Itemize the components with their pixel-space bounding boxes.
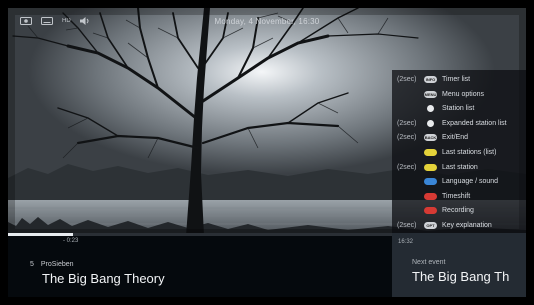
remote-key-icon: [424, 207, 437, 215]
channel-name: ProSieben: [40, 261, 74, 268]
current-program-title: The Big Bang Theory: [42, 271, 165, 286]
top-status-bar: HD Monday, 4 November, 16:30: [8, 8, 526, 34]
key-function-label: Key explanation: [442, 222, 492, 229]
key-hold-hint: (2sec): [397, 76, 417, 83]
key-function-label: Station list: [442, 105, 475, 113]
current-program-bar: - 0:23 5 ProSieben The Big Bang Theory: [8, 236, 392, 297]
key-row: (2sec) INFO Timer list: [392, 74, 526, 85]
key-hold-hint: (2sec): [397, 134, 417, 142]
remote-key-icon: MENU: [424, 90, 437, 98]
remote-key-icon: [424, 178, 437, 186]
key-row: MENU Menu options: [392, 89, 526, 100]
channel-info: 5 ProSieben: [30, 261, 74, 268]
key-row: Station list: [392, 103, 526, 114]
next-event-label: Next event: [412, 259, 446, 266]
next-event-title: The Big Bang Th: [412, 269, 510, 284]
key-function-label: Expanded station list: [442, 119, 507, 127]
remote-key-icon: [427, 119, 434, 127]
key-row: Recording: [392, 205, 526, 216]
remote-key-icon: INFO: [424, 76, 437, 83]
key-row: Last stations (list): [392, 147, 526, 158]
remote-key-icon: BACK: [424, 134, 437, 142]
screen-bottom-border: [0, 297, 534, 305]
key-function-label: Last stations (list): [442, 149, 497, 156]
tv-screen: HD Monday, 4 November, 16:30 (2sec) INFO T…: [0, 0, 534, 305]
key-function-label: Menu options: [442, 90, 485, 98]
key-function-label: Recording: [442, 207, 474, 215]
key-row: Timeshift: [392, 191, 526, 202]
remote-key-icon: [424, 149, 437, 156]
remote-key-icon: OPT: [424, 222, 437, 229]
key-row: (2sec) Expanded station list: [392, 118, 526, 129]
date-time-display: Monday, 4 November, 16:30: [214, 16, 320, 26]
channel-number: 5: [30, 261, 34, 268]
key-function-label: Exit/End: [442, 134, 469, 142]
elapsed-time: - 0:23: [63, 238, 79, 244]
key-hold-hint: (2sec): [397, 163, 417, 171]
key-row: Language / sound: [392, 176, 526, 187]
key-hold-hint: (2sec): [397, 119, 417, 127]
key-row: (2sec) BACK Exit/End: [392, 132, 526, 143]
key-hold-hint: (2sec): [397, 222, 417, 229]
key-function-label: Language / sound: [442, 178, 499, 186]
next-event-panel[interactable]: 16:32 Next event The Big Bang Th: [392, 233, 526, 297]
key-function-label: Timer list: [442, 76, 471, 83]
next-event-time: 16:32: [398, 239, 414, 245]
key-explanation-panel: (2sec) INFO Timer list MENU Menu options Stat…: [392, 70, 526, 236]
key-function-label: Last station: [442, 163, 478, 171]
remote-key-icon: [424, 163, 437, 171]
key-row: (2sec) Last station: [392, 162, 526, 173]
remote-key-icon: [424, 192, 437, 200]
remote-key-icon: [427, 105, 434, 113]
key-function-label: Timeshift: [442, 192, 471, 200]
key-row: (2sec) OPT Key explanation: [392, 220, 526, 231]
